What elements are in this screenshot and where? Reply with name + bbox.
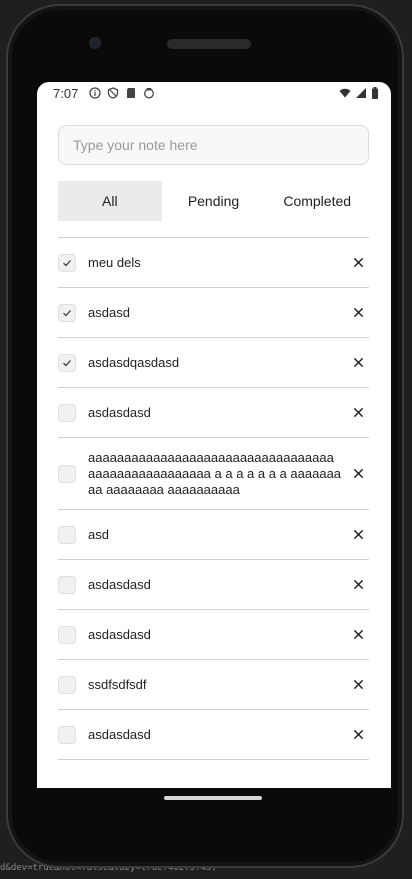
check-icon <box>62 308 72 318</box>
todo-text: asdasdasd <box>88 726 151 742</box>
home-indicator[interactable] <box>164 796 262 800</box>
delete-icon[interactable] <box>351 306 365 320</box>
todo-item: asdasdasd <box>58 560 369 610</box>
checkbox-checked[interactable] <box>58 353 76 372</box>
tab-pending[interactable]: Pending <box>162 181 266 221</box>
cellular-signal-icon <box>355 86 367 98</box>
sd-card-icon <box>125 86 137 98</box>
todo-text: asdasdqasdasd <box>88 354 180 370</box>
phone-frame: 7:07 Type your note here All Pending Com… <box>6 4 404 868</box>
app-screen: 7:07 Type your note here All Pending Com… <box>37 82 391 788</box>
todo-item: aaaaaaaaaaaaaaaaaaaaaaaaaaaaaaaaaa aaaaa… <box>58 438 369 510</box>
battery-icon <box>371 86 379 99</box>
todo-item: asd <box>58 510 369 560</box>
todo-text: asdasdasd <box>88 576 151 592</box>
app-notification-icon <box>143 86 155 99</box>
checkbox-unchecked[interactable] <box>58 675 76 694</box>
todo-text: aaaaaaaaaaaaaaaaaaaaaaaaaaaaaaaaaa aaaaa… <box>88 449 342 497</box>
checkbox-checked[interactable] <box>58 303 76 322</box>
todo-text: asdasdasd <box>88 626 151 642</box>
tab-completed[interactable]: Completed <box>265 181 369 221</box>
checkbox-unchecked[interactable] <box>58 625 76 644</box>
front-camera <box>89 37 101 49</box>
todo-item: asdasdqasdasd <box>58 338 369 388</box>
todo-item: asdasdasd <box>58 610 369 660</box>
checkbox-checked[interactable] <box>58 253 76 272</box>
checkbox-unchecked[interactable] <box>58 725 76 744</box>
note-input[interactable] <box>58 125 369 165</box>
delete-icon[interactable] <box>351 356 365 370</box>
checkbox-unchecked[interactable] <box>58 575 76 594</box>
filter-tabs: All Pending Completed <box>58 181 369 221</box>
delete-icon[interactable] <box>351 406 365 420</box>
tab-all[interactable]: All <box>58 181 162 221</box>
status-bar: 7:07 <box>37 82 391 104</box>
todo-item: ssdfsdfsdf <box>58 660 369 710</box>
wifi-icon <box>339 86 351 98</box>
status-time: 7:07 <box>53 86 79 101</box>
status-notification-icons <box>89 86 155 99</box>
todo-text: meu dels <box>88 254 141 270</box>
delete-icon[interactable] <box>351 678 365 692</box>
todo-item: asdasd <box>58 288 369 338</box>
speaker-grille <box>167 39 251 49</box>
checkbox-unchecked[interactable] <box>58 525 76 544</box>
checkbox-unchecked[interactable] <box>58 403 76 422</box>
todo-text: ssdfsdfsdf <box>88 676 147 692</box>
todo-item: asdasdasd <box>58 710 369 760</box>
todo-text: asdasd <box>88 304 130 320</box>
delete-icon[interactable] <box>351 578 365 592</box>
todo-item: asdasdasd <box>58 388 369 438</box>
todo-text: asdasdasd <box>88 404 151 420</box>
delete-icon[interactable] <box>351 528 365 542</box>
delete-icon[interactable] <box>351 628 365 642</box>
check-icon <box>62 358 72 368</box>
todo-list: meu dels asdasd asdasdqasdasd asdasdasd aaaa… <box>58 238 369 760</box>
check-icon <box>62 258 72 268</box>
delete-icon[interactable] <box>351 467 365 481</box>
todo-item: meu dels <box>58 238 369 288</box>
status-system-icons <box>339 86 379 99</box>
info-icon <box>89 86 101 99</box>
todo-text: asd <box>88 526 109 542</box>
delete-icon[interactable] <box>351 728 365 742</box>
shield-icon <box>107 86 119 99</box>
checkbox-unchecked[interactable] <box>58 464 76 483</box>
delete-icon[interactable] <box>351 256 365 270</box>
